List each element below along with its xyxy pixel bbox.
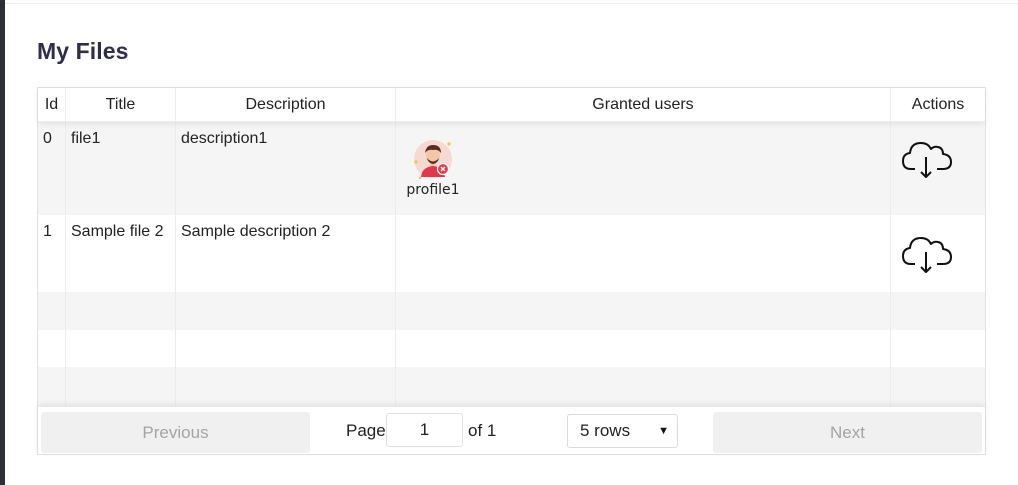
cell-title: Sample file 2 xyxy=(66,215,176,292)
column-header-granted-users[interactable]: Granted users xyxy=(396,88,891,122)
avatar xyxy=(414,140,452,180)
cell-description: description1 xyxy=(176,122,396,215)
cell-empty xyxy=(396,367,891,406)
column-header-actions[interactable]: Actions xyxy=(891,88,985,122)
table-row-empty xyxy=(38,367,985,406)
cloud-download-icon[interactable] xyxy=(901,137,953,181)
table-header: Id Title Description Granted users Actio… xyxy=(38,88,985,122)
cell-empty xyxy=(66,292,176,330)
cell-empty xyxy=(176,367,396,406)
cell-title: file1 xyxy=(66,122,176,215)
table-row: 0 file1 description1 profile1 xyxy=(38,122,985,215)
page-label: Page xyxy=(346,421,386,440)
column-header-id[interactable]: Id xyxy=(38,88,66,122)
page-title: My Files xyxy=(37,38,129,64)
cell-empty xyxy=(396,292,891,330)
granted-user[interactable]: profile1 xyxy=(406,138,460,198)
files-table: Id Title Description Granted users Actio… xyxy=(37,87,986,455)
cell-empty xyxy=(891,330,985,367)
table-row-empty xyxy=(38,330,985,367)
cell-empty xyxy=(66,330,176,367)
cell-empty xyxy=(891,292,985,330)
previous-button[interactable]: Previous xyxy=(41,412,310,453)
table-row-empty xyxy=(38,292,985,330)
cell-empty xyxy=(891,367,985,406)
header-divider xyxy=(5,3,1018,4)
total-pages-label: of 1 xyxy=(468,421,497,440)
caret-down-icon: ▼ xyxy=(658,425,669,437)
pagination-bar: Previous Page of 1 5 rows ▼ Next xyxy=(38,406,985,454)
cell-actions xyxy=(891,122,985,215)
cell-granted-users: profile1 xyxy=(396,122,891,215)
cell-actions xyxy=(891,215,985,292)
rows-per-page-select[interactable]: 5 rows ▼ xyxy=(567,414,678,448)
table-row: 1 Sample file 2 Sample description 2 xyxy=(38,215,985,292)
cell-empty xyxy=(38,367,66,406)
cell-description: Sample description 2 xyxy=(176,215,396,292)
cell-empty xyxy=(66,367,176,406)
rows-per-page-value: 5 rows xyxy=(580,421,631,440)
cell-granted-users xyxy=(396,215,891,292)
cell-empty xyxy=(396,330,891,367)
next-button[interactable]: Next xyxy=(713,412,982,453)
left-sidebar-edge xyxy=(0,0,5,485)
cell-empty xyxy=(38,292,66,330)
column-header-title[interactable]: Title xyxy=(66,88,176,122)
page-number-input[interactable] xyxy=(386,413,463,447)
cell-empty xyxy=(38,330,66,367)
column-header-description[interactable]: Description xyxy=(176,88,396,122)
cell-empty xyxy=(176,292,396,330)
cell-id: 0 xyxy=(38,122,66,215)
cloud-download-icon[interactable] xyxy=(901,232,953,276)
cell-empty xyxy=(176,330,396,367)
cell-id: 1 xyxy=(38,215,66,292)
granted-user-name: profile1 xyxy=(406,182,460,198)
